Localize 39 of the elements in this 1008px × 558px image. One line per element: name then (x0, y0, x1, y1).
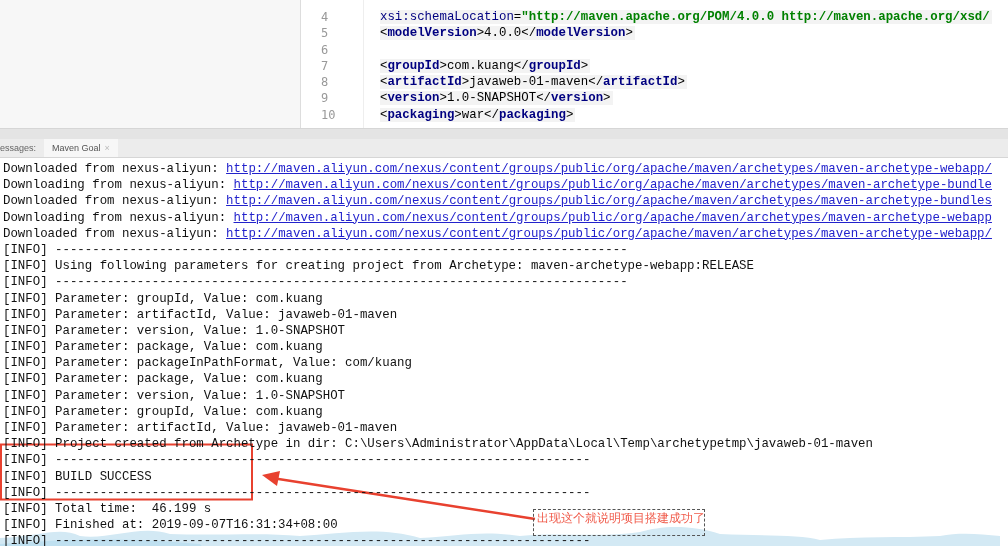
log-text: [INFO] ------------------------------------------------------------------------ (3, 453, 591, 468)
log-text: [INFO] Parameter: groupId, Value: com.kuang (3, 404, 323, 419)
splitter-bar[interactable] (0, 128, 1008, 139)
line-number: 10 (320, 106, 337, 124)
log-text: [INFO] ----------------------------------------------------------------------------- (3, 242, 628, 257)
log-text: [INFO] Parameter: packageInPathFormat, Value: com/kuang (3, 356, 412, 371)
log-text: [INFO] Parameter: artifactId, Value: javaweb-01-maven (3, 421, 398, 435)
download-link[interactable]: http://maven.aliyun.com/nexus/content/groups/public/org/apache/maven/archetypes/maven-archetype-bundle (233, 178, 992, 193)
log-text: [INFO] BUILD SUCCESS (3, 469, 152, 484)
download-link[interactable]: http://maven.aliyun.com/nexus/content/groups/public/org/apache/maven/archetypes/maven-archetype-webapp/ (226, 162, 992, 176)
download-link[interactable]: http://maven.aliyun.com/nexus/content/groups/public/org/apache/maven/archetypes/maven-archetype-bundles (226, 194, 992, 209)
panel-tab[interactable]: Maven Goal × (44, 139, 118, 157)
log-text: [INFO] Parameter: artifactId, Value: javaweb-01-maven (3, 307, 398, 322)
log-text: [INFO] ------------------------------------------------------------------------ (3, 534, 591, 546)
log-text: Downloaded from nexus-aliyun: (3, 194, 220, 209)
line-number: 7 (320, 57, 330, 75)
download-link[interactable]: http://maven.aliyun.com/nexus/content/groups/public/org/apache/maven/archetypes/maven-archetype-webapp (233, 210, 992, 225)
log-text: [INFO] Using following parameters for creating project from Archetype: maven-archetype-webapp:RELEASE (3, 259, 754, 274)
log-text: Downloaded from nexus-aliyun: (3, 226, 220, 241)
log-text: [INFO] ------------------------------------------------------------------------ (3, 485, 591, 500)
panel-label: essages: (0, 143, 37, 153)
log-text: [INFO] Parameter: groupId, Value: com.kuang (3, 291, 323, 306)
line-number: 5 (320, 25, 330, 42)
log-text: Downloaded from nexus-aliyun: (3, 162, 220, 176)
line-number: 4 (320, 9, 330, 26)
download-link[interactable]: http://maven.aliyun.com/nexus/content/groups/public/org/apache/maven/archetypes/maven-archetype-webapp/ (226, 226, 992, 241)
log-text: [INFO] Parameter: version, Value: 1.0-SNAPSHOT (3, 388, 346, 403)
log-text: [INFO] Parameter: package, Value: com.kuang (3, 340, 323, 355)
log-text: [INFO] Parameter: package, Value: com.kuang (3, 372, 323, 387)
line-number: 6 (320, 41, 330, 58)
log-text: Downloading from nexus-aliyun: (3, 210, 228, 225)
log-text: [INFO] Parameter: version, Value: 1.0-SNAPSHOT (3, 323, 346, 338)
log-text: [INFO] Finished at: 2019-09-07T16:31:34+08:00 (3, 518, 338, 533)
log-text: [INFO] Total time: 46.199 s (3, 501, 212, 516)
log-text: Downloading from nexus-aliyun: (3, 178, 228, 193)
log-text: [INFO] ----------------------------------------------------------------------------- (3, 275, 628, 290)
callout-note: 出现这个就说明项目搭建成功了 (533, 509, 705, 536)
line-number: 9 (320, 90, 330, 107)
line-number: 8 (320, 74, 330, 91)
